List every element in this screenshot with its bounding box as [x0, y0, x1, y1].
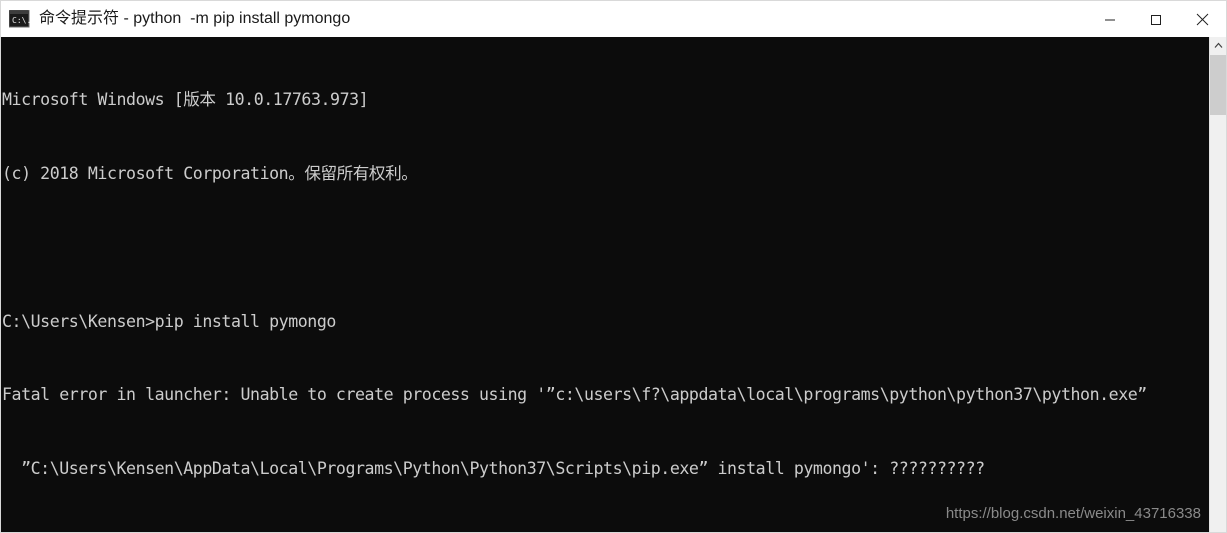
- vertical-scrollbar[interactable]: [1209, 37, 1226, 532]
- console-screen[interactable]: Microsoft Windows [版本 10.0.17763.973] (c…: [1, 37, 1209, 532]
- console-area: Microsoft Windows [版本 10.0.17763.973] (c…: [0, 37, 1227, 533]
- cmd-console-icon: C:\.: [9, 10, 31, 28]
- close-button[interactable]: [1179, 2, 1225, 37]
- command-prompt-window: C:\. 命令提示符 - python -m pip install pymon…: [0, 0, 1227, 533]
- terminal-line: (c) 2018 Microsoft Corporation。保留所有权利。: [2, 163, 418, 183]
- title-bar[interactable]: C:\. 命令提示符 - python -m pip install pymon…: [0, 0, 1227, 37]
- chevron-up-icon: [1214, 42, 1222, 48]
- terminal-line-command: C:\Users\Kensen>pip install pymongo: [2, 311, 336, 331]
- svg-text:C:\.: C:\.: [12, 16, 31, 25]
- window-title: 命令提示符 - python -m pip install pymongo: [39, 10, 351, 27]
- minimize-button[interactable]: [1087, 2, 1133, 37]
- terminal-output: Microsoft Windows [版本 10.0.17763.973] (c…: [1, 37, 1147, 532]
- watermark-url: https://blog.csdn.net/weixin_43716338: [945, 505, 1201, 522]
- minimize-icon: [1105, 19, 1115, 20]
- scroll-up-button[interactable]: [1210, 37, 1226, 54]
- terminal-line-error: Fatal error in launcher: Unable to creat…: [2, 385, 1147, 405]
- scrollbar-thumb[interactable]: [1210, 55, 1226, 115]
- maximize-button[interactable]: [1133, 2, 1179, 37]
- window-controls: [1087, 2, 1225, 37]
- close-icon: [1196, 13, 1208, 26]
- maximize-icon: [1151, 14, 1161, 25]
- terminal-line-error: ”C:\Users\Kensen\AppData\Local\Programs\…: [2, 459, 985, 479]
- terminal-line: Microsoft Windows [版本 10.0.17763.973]: [2, 90, 369, 110]
- scrollbar-track[interactable]: [1210, 115, 1226, 532]
